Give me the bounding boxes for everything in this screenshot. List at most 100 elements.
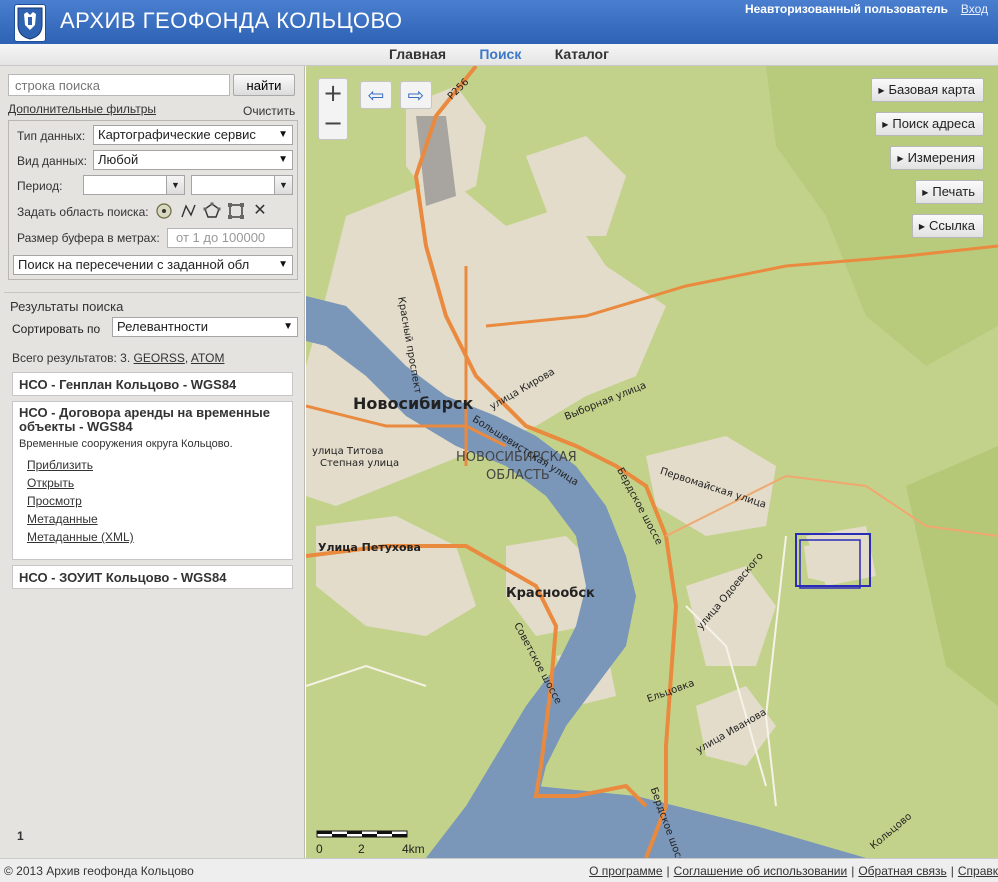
data-kind-label: Вид данных: — [17, 154, 87, 168]
polygon-tool-icon[interactable] — [203, 202, 221, 220]
about-link[interactable]: О программе — [589, 864, 662, 878]
user-status: Неавторизованный пользователь — [744, 2, 948, 16]
link-button[interactable]: ▶ Ссылка — [911, 214, 984, 238]
footer-links: О программе | Соглашение об использовании |… — [589, 864, 998, 878]
advanced-filters-link[interactable]: Дополнительные фильтры — [8, 102, 156, 116]
intersection-mode-value: Поиск на пересечении с заданной обл — [18, 257, 250, 272]
result-title[interactable]: НСО - Договора аренды на временные объек… — [13, 402, 292, 438]
chevron-down-icon: ▼ — [278, 129, 288, 140]
print-label: Печать — [932, 184, 975, 199]
nav-catalog[interactable]: Каталог — [555, 46, 609, 62]
copyright: © 2013 Архив геофонда Кольцово — [4, 864, 194, 878]
line-tool-icon[interactable] — [179, 202, 197, 220]
search-button[interactable]: найти — [233, 74, 295, 96]
data-type-select[interactable]: Картографические сервис ▼ — [93, 125, 293, 145]
street-label-petukhova: Улица Петухова — [318, 541, 421, 554]
result-item: НСО - Договора аренды на временные объек… — [12, 401, 293, 560]
period-from-input[interactable]: ▼ — [83, 175, 185, 195]
street-label-stepnaya: Степная улица — [320, 458, 400, 469]
zoom-control: + − — [318, 78, 348, 140]
chevron-down-icon: ▼ — [278, 259, 288, 270]
sort-label: Сортировать по — [12, 322, 101, 336]
search-input[interactable] — [8, 74, 230, 96]
nav-home[interactable]: Главная — [389, 46, 446, 62]
search-area-label: Задать область поиска: — [17, 205, 149, 219]
results-count: Всего результатов: 3. — [12, 351, 131, 365]
metadata-link[interactable]: Метаданные — [13, 510, 292, 528]
atom-feed-link[interactable]: ATOM — [191, 351, 225, 365]
link-label: Ссылка — [928, 218, 975, 233]
map-canvas[interactable] — [306, 66, 998, 858]
result-title[interactable]: НСО - ЗОУИТ Кольцово - WGS84 — [13, 566, 292, 589]
login-link[interactable]: Вход — [961, 2, 988, 16]
data-type-label: Тип данных: — [17, 129, 86, 143]
intersection-mode-select[interactable]: Поиск на пересечении с заданной обл ▼ — [13, 255, 293, 275]
map-view[interactable]: + − ⇦ ⇨ ▶ Базовая карта ▶ Поиск адреса ▶ Из… — [306, 66, 998, 858]
measure-button[interactable]: ▶ Измерения — [890, 146, 984, 170]
main-nav: Главная Поиск Каталог — [0, 44, 998, 66]
expand-triangle-icon: ▶ — [922, 188, 929, 197]
nav-search[interactable]: Поиск — [479, 46, 521, 62]
back-arrow-icon[interactable]: ⇦ — [360, 81, 392, 109]
calendar-dropdown-icon[interactable]: ▼ — [166, 176, 184, 194]
zoom-to-link[interactable]: Приблизить — [13, 456, 292, 474]
chevron-down-icon: ▼ — [283, 321, 293, 332]
preview-link[interactable]: Просмотр — [13, 492, 292, 510]
buffer-label: Размер буфера в метрах: — [17, 231, 160, 245]
metadata-xml-link[interactable]: Метаданные (XML) — [13, 528, 292, 546]
georss-feed-link[interactable]: GEORSS — [134, 351, 185, 365]
basemap-button[interactable]: ▶ Базовая карта — [871, 78, 984, 102]
results-title: Результаты поиска — [10, 299, 124, 314]
scale-label-0: 0 — [316, 842, 323, 856]
expand-triangle-icon: ▶ — [878, 86, 885, 95]
filters-panel: Тип данных: Картографические сервис ▼ Ви… — [8, 120, 298, 280]
site-title[interactable]: АРХИВ ГЕОФОНДА КОЛЬЦОВО — [60, 8, 403, 34]
point-tool-icon[interactable] — [155, 202, 173, 220]
measure-label: Измерения — [907, 150, 975, 165]
footer: © 2013 Архив геофонда Кольцово О програм… — [0, 858, 998, 882]
expand-triangle-icon: ▶ — [882, 120, 889, 129]
calendar-dropdown-icon[interactable]: ▼ — [274, 176, 292, 194]
sort-value: Релевантности — [117, 319, 208, 334]
city-label: Новосибирск — [353, 394, 474, 413]
coat-of-arms-logo — [14, 4, 46, 42]
chevron-down-icon: ▼ — [278, 154, 288, 165]
period-label: Период: — [17, 179, 63, 193]
period-to-input[interactable]: ▼ — [191, 175, 293, 195]
result-item[interactable]: НСО - ЗОУИТ Кольцово - WGS84 — [12, 565, 293, 589]
search-results: Результаты поиска Сортировать по Релеван… — [4, 292, 301, 854]
result-title[interactable]: НСО - Генплан Кольцово - WGS84 — [13, 373, 292, 396]
forward-arrow-icon[interactable]: ⇨ — [400, 81, 432, 109]
terms-link[interactable]: Соглашение об использовании — [674, 864, 848, 878]
address-search-button[interactable]: ▶ Поиск адреса — [875, 112, 984, 136]
pagination-page[interactable]: 1 — [17, 829, 24, 843]
results-total: Всего результатов: 3. GEORSS, ATOM — [12, 351, 225, 365]
expand-triangle-icon: ▶ — [897, 154, 904, 163]
feedback-link[interactable]: Обратная связь — [858, 864, 946, 878]
open-link[interactable]: Открыть — [13, 474, 292, 492]
street-label-titova: улица Титова — [312, 446, 384, 457]
rectangle-tool-icon[interactable] — [227, 202, 245, 220]
basemap-button-label: Базовая карта — [888, 82, 976, 97]
expand-triangle-icon: ▶ — [918, 222, 925, 231]
scale-label-2: 2 — [358, 842, 365, 856]
search-panel: найти Дополнительные фильтры Очистить Ти… — [0, 66, 305, 858]
clear-filters-link[interactable]: Очистить — [243, 104, 295, 118]
clear-tool-icon[interactable]: ✕ — [251, 202, 269, 220]
data-kind-value: Любой — [98, 152, 139, 167]
area-tools: ✕ — [153, 202, 273, 222]
print-button[interactable]: ▶ Печать — [915, 180, 984, 204]
help-link[interactable]: Справк — [958, 864, 998, 878]
zoom-out-button[interactable]: − — [319, 109, 347, 139]
town-label: Краснообск — [506, 586, 595, 601]
header: АРХИВ ГЕОФОНДА КОЛЬЦОВО Неавторизованный… — [0, 0, 998, 44]
zoom-in-button[interactable]: + — [319, 79, 347, 109]
sort-select[interactable]: Релевантности ▼ — [112, 317, 298, 337]
result-item[interactable]: НСО - Генплан Кольцово - WGS84 — [12, 372, 293, 396]
region-label-2: ОБЛАСТЬ — [486, 468, 550, 483]
address-search-label: Поиск адреса — [892, 116, 975, 131]
search-bar: найти — [8, 74, 295, 96]
buffer-size-input[interactable]: от 1 до 100000 — [167, 228, 293, 248]
data-kind-select[interactable]: Любой ▼ — [93, 150, 293, 170]
data-type-value: Картографические сервис — [98, 127, 256, 142]
